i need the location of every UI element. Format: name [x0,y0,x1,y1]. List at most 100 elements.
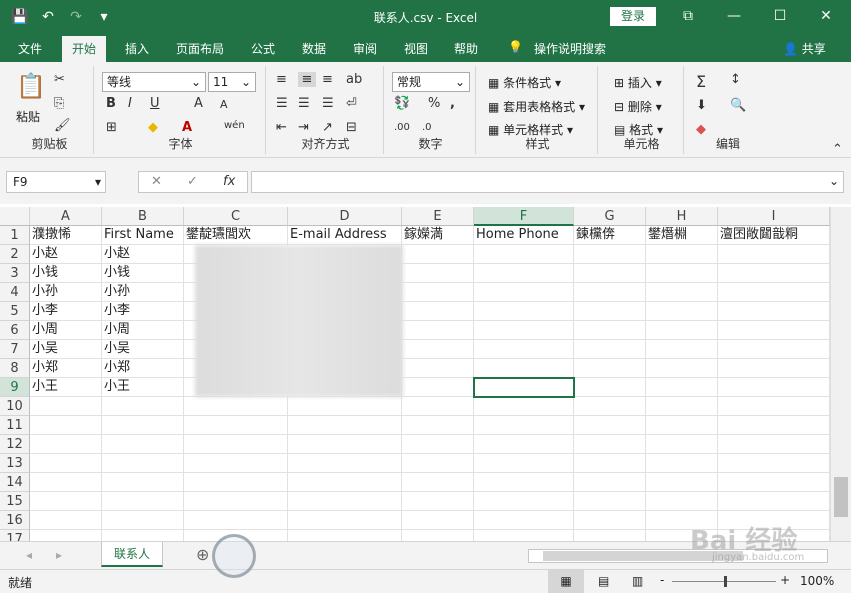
cell-b7[interactable]: 小吴 [102,340,184,359]
currency-icon[interactable]: 💱 [394,96,410,111]
cell-h4[interactable] [646,283,718,302]
cell-g8[interactable] [574,359,646,378]
tab-data[interactable]: 数据 [302,40,326,57]
cell-f3[interactable] [474,264,574,283]
cell-d1[interactable]: E-mail Address [288,226,402,245]
cell-g5[interactable] [574,302,646,321]
increase-decimal-icon[interactable]: .00 [394,122,410,133]
cell-a9[interactable]: 小王 [30,378,102,397]
cell-e12[interactable] [402,435,474,454]
cell-c14[interactable] [184,473,288,492]
cell-e3[interactable] [402,264,474,283]
cell-f6[interactable] [474,321,574,340]
cell-h9[interactable] [646,378,718,397]
cell-a4[interactable]: 小孙 [30,283,102,302]
cell-i4[interactable] [718,283,830,302]
copy-icon[interactable]: ⎘ [54,96,64,111]
column-header-c[interactable]: C [184,207,288,226]
tab-file[interactable]: 文件 [18,40,42,57]
cell-h10[interactable] [646,397,718,416]
cell-i16[interactable] [718,511,830,530]
row-header-5[interactable]: 5 [0,302,30,321]
column-header-d[interactable]: D [288,207,402,226]
cell-b11[interactable] [102,416,184,435]
align-left-icon[interactable]: ☰ [276,96,288,111]
cell-h16[interactable] [646,511,718,530]
cell-a1[interactable]: 濮撴悕 [30,226,102,245]
cell-i15[interactable] [718,492,830,511]
cell-g7[interactable] [574,340,646,359]
cell-f10[interactable] [474,397,574,416]
cell-b4[interactable]: 小孙 [102,283,184,302]
cell-a11[interactable] [30,416,102,435]
cell-g11[interactable] [574,416,646,435]
cell-i6[interactable] [718,321,830,340]
cell-g13[interactable] [574,454,646,473]
normal-view-icon[interactable]: ▦ [548,570,584,593]
cell-b10[interactable] [102,397,184,416]
cell-e15[interactable] [402,492,474,511]
enter-icon[interactable]: ✓ [187,174,198,189]
column-header-a[interactable]: A [30,207,102,226]
cell-e2[interactable] [402,245,474,264]
align-right-icon[interactable]: ☰ [322,96,334,111]
cell-d13[interactable] [288,454,402,473]
cell-a6[interactable]: 小周 [30,321,102,340]
cell-g9[interactable] [574,378,646,397]
cell-i17[interactable] [718,530,830,541]
cell-e17[interactable] [402,530,474,541]
cell-f14[interactable] [474,473,574,492]
cell-e1[interactable]: 鎵嬫満 [402,226,474,245]
minimize-icon[interactable]: — [711,4,757,28]
cell-c10[interactable] [184,397,288,416]
row-header-11[interactable]: 11 [0,416,30,435]
cell-g16[interactable] [574,511,646,530]
increase-indent-icon[interactable]: ⇥ [298,120,309,135]
cell-b2[interactable]: 小赵 [102,245,184,264]
cell-i8[interactable] [718,359,830,378]
cell-h7[interactable] [646,340,718,359]
cell-f13[interactable] [474,454,574,473]
cell-h6[interactable] [646,321,718,340]
cell-c13[interactable] [184,454,288,473]
bold-button[interactable]: B [106,96,116,111]
cell-i9[interactable] [718,378,830,397]
cell-f12[interactable] [474,435,574,454]
column-header-f[interactable]: F [474,207,574,226]
cell-g10[interactable] [574,397,646,416]
zoom-level[interactable]: 100% [800,574,834,588]
cell-a15[interactable] [30,492,102,511]
column-header-e[interactable]: E [402,207,474,226]
cell-g14[interactable] [574,473,646,492]
column-header-g[interactable]: G [574,207,646,226]
sheet-tab-contacts[interactable]: 联系人 [101,542,163,567]
zoom-in-button[interactable]: + [780,573,790,587]
cell-a7[interactable]: 小吴 [30,340,102,359]
tab-insert[interactable]: 插入 [125,40,149,57]
cell-a3[interactable]: 小钱 [30,264,102,283]
row-header-4[interactable]: 4 [0,283,30,302]
cell-f16[interactable] [474,511,574,530]
cell-e10[interactable] [402,397,474,416]
find-select-icon[interactable]: 🔍 [730,98,746,113]
row-header-8[interactable]: 8 [0,359,30,378]
cell-d16[interactable] [288,511,402,530]
row-header-12[interactable]: 12 [0,435,30,454]
hscroll-thumb[interactable] [543,551,743,561]
cell-c15[interactable] [184,492,288,511]
horizontal-scrollbar[interactable] [528,549,828,563]
orientation-icon[interactable]: ab [346,72,362,87]
formula-input[interactable]: ⌄ [251,171,844,193]
cell-f8[interactable] [474,359,574,378]
cell-e14[interactable] [402,473,474,492]
cell-i14[interactable] [718,473,830,492]
paste-icon[interactable]: 📋 [16,72,46,100]
cell-c1[interactable]: 鐢靛瓙閭欢 [184,226,288,245]
cell-h12[interactable] [646,435,718,454]
worksheet-grid[interactable]: A B C D E F G H I 1 濮撴悕 First Name 鐢靛瓙閭欢 E-mail Addre… [0,207,830,541]
select-all-corner[interactable] [0,207,30,226]
cell-f15[interactable] [474,492,574,511]
cell-b8[interactable]: 小郑 [102,359,184,378]
cell-h13[interactable] [646,454,718,473]
cell-h11[interactable] [646,416,718,435]
